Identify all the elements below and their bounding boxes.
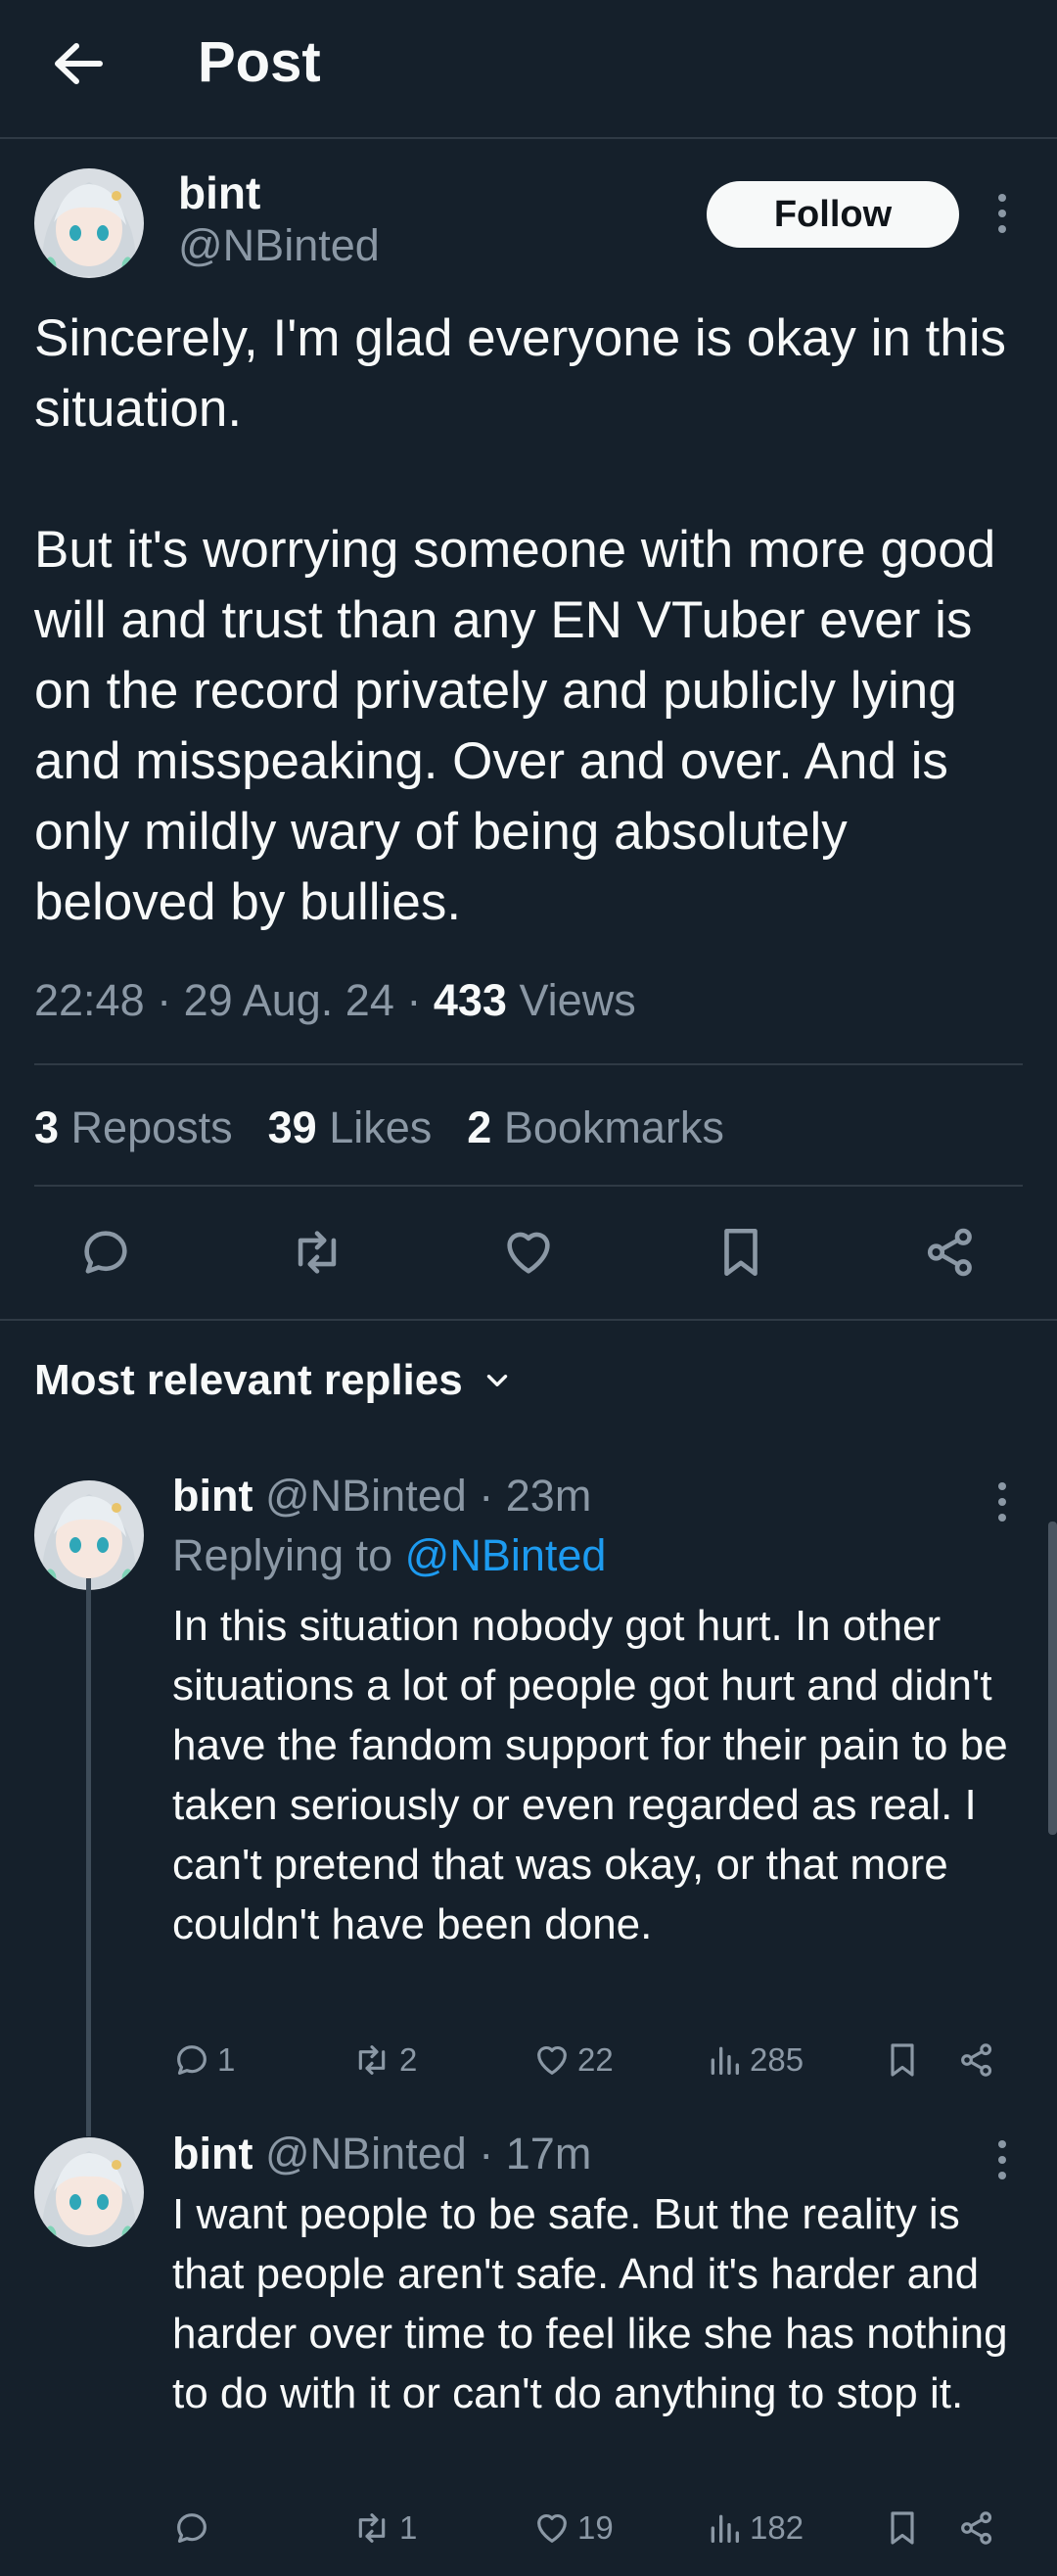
post-date: 29 Aug. 24 [183, 975, 394, 1025]
reply-comment-button[interactable] [172, 2499, 217, 2557]
reply-time: 17m [505, 2129, 592, 2178]
reply-header: bint @NBinted · 23m [172, 1471, 592, 1521]
bookmarks-count: 2 [467, 1102, 492, 1152]
share-icon [961, 2043, 992, 2077]
reply-author-handle[interactable]: @NBinted [265, 1471, 467, 1521]
arrow-left-icon [55, 43, 103, 84]
heart-icon [507, 1232, 550, 1274]
replies-sort-dropdown[interactable]: Most relevant replies [34, 1356, 514, 1405]
post-text: Sincerely, I'm glad everyone is okay in … [34, 309, 1007, 931]
post-time: 22:48 [34, 975, 145, 1025]
bookmark-button[interactable] [707, 1218, 775, 1287]
replying-to-link[interactable]: @NBinted [405, 1530, 607, 1580]
reply-views-button[interactable]: 182 [705, 2499, 804, 2557]
follow-button[interactable]: Follow [707, 181, 959, 248]
bookmark-icon [724, 1228, 758, 1277]
avatar-image [34, 1480, 144, 1590]
avatar-image [34, 168, 144, 278]
views-count: 182 [750, 2509, 804, 2546]
reply-button[interactable] [71, 1218, 140, 1287]
reply-actions: 1 2 22 285 [172, 2031, 1024, 2089]
replies-sort-label: Most relevant replies [34, 1356, 463, 1404]
repost-button[interactable] [283, 1218, 351, 1287]
comment-icon [84, 1231, 127, 1274]
more-options-icon[interactable] [983, 1473, 1022, 1531]
avatar[interactable] [34, 168, 144, 278]
reposts-count: 3 [34, 1102, 60, 1152]
reply-bookmark-button[interactable] [883, 2499, 922, 2557]
reply-actions: 1 19 182 [172, 2499, 1024, 2557]
heart-icon [537, 2513, 567, 2543]
likes-label: Likes [329, 1102, 433, 1152]
reply-views-button[interactable]: 285 [705, 2031, 804, 2089]
divider [34, 1185, 1023, 1187]
reply-share-button[interactable] [957, 2031, 996, 2089]
bookmark-icon [891, 2511, 914, 2545]
likes-count: 39 [267, 1102, 317, 1152]
post-author-handle[interactable]: @NBinted [178, 220, 380, 271]
views-chart-icon [711, 2514, 739, 2543]
like-button[interactable] [494, 1218, 563, 1287]
views-label: Views [519, 975, 636, 1025]
post-meta: 22:48 · 29 Aug. 24 · 433 Views [34, 975, 636, 1025]
reply-author-name[interactable]: bint [172, 1471, 253, 1521]
reply-text: I want people to be safe. But the realit… [172, 2190, 1008, 2417]
reply-comment-button[interactable]: 1 [172, 2031, 235, 2089]
share-icon [961, 2511, 992, 2545]
reply-like-button[interactable]: 22 [532, 2031, 614, 2089]
repost-icon [358, 2513, 386, 2543]
reply-like-button[interactable]: 19 [532, 2499, 614, 2557]
reply-repost-button[interactable]: 2 [350, 2031, 417, 2089]
like-count: 19 [577, 2509, 614, 2546]
reposts-stat[interactable]: 3 Reposts [34, 1102, 233, 1152]
heart-icon [537, 2045, 567, 2075]
repost-count: 2 [399, 2041, 418, 2078]
divider [34, 1063, 1023, 1065]
likes-stat[interactable]: 39 Likes [268, 1102, 433, 1152]
post-author-name[interactable]: bint [178, 166, 260, 219]
reply-author-handle[interactable]: @NBinted [265, 2129, 467, 2178]
thread-connector [86, 1578, 91, 2136]
reply-share-button[interactable] [957, 2499, 996, 2557]
scrollbar[interactable] [1048, 1522, 1057, 1835]
reposts-label: Reposts [70, 1102, 233, 1152]
views-count: 433 [433, 975, 507, 1025]
replying-to-prefix: Replying to [172, 1530, 393, 1580]
avatar[interactable] [34, 1480, 144, 1590]
bookmarks-stat[interactable]: 2 Bookmarks [467, 1102, 724, 1152]
top-bar: Post [0, 0, 1057, 139]
repost-icon [298, 1231, 337, 1274]
bookmark-icon [891, 2043, 914, 2077]
reply-author-name[interactable]: bint [172, 2129, 253, 2178]
chevron-down-icon [486, 1375, 507, 1386]
reply-time: 23m [505, 1471, 592, 1521]
share-button[interactable] [916, 1218, 985, 1287]
bookmarks-label: Bookmarks [503, 1102, 724, 1152]
page-title: Post [198, 30, 321, 94]
reply-repost-button[interactable]: 1 [350, 2499, 417, 2557]
comment-count: 1 [217, 2041, 236, 2078]
share-icon [927, 1228, 972, 1277]
views-count: 285 [750, 2041, 804, 2078]
more-options-icon[interactable] [983, 2131, 1022, 2189]
views-chart-icon [711, 2046, 739, 2075]
avatar-image [34, 2137, 144, 2247]
repost-count: 1 [399, 2509, 418, 2546]
more-options-icon[interactable] [983, 184, 1022, 243]
divider [0, 1319, 1057, 1321]
reply-bookmark-button[interactable] [883, 2031, 922, 2089]
replying-to: Replying to @NBinted [172, 1530, 606, 1581]
post-stats: 3 Reposts 39 Likes 2 Bookmarks [34, 1102, 724, 1153]
reply-text: In this situation nobody got hurt. In ot… [172, 1602, 1008, 1948]
back-button[interactable] [39, 29, 117, 98]
reply-header: bint @NBinted · 17m [172, 2129, 592, 2178]
avatar[interactable] [34, 2137, 144, 2247]
comment-icon [177, 2045, 207, 2075]
like-count: 22 [577, 2041, 614, 2078]
repost-icon [358, 2045, 386, 2075]
comment-icon [177, 2513, 207, 2543]
